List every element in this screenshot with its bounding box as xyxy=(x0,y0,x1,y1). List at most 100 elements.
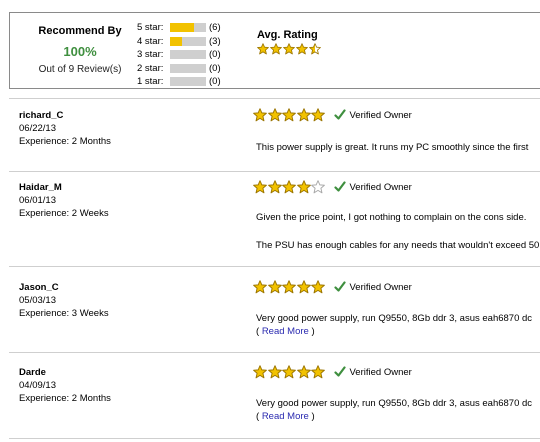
star-icon xyxy=(282,108,296,122)
distribution-bar xyxy=(170,50,206,60)
review-stars xyxy=(253,108,326,122)
star-icon xyxy=(267,180,282,194)
check-icon xyxy=(333,366,346,377)
check-icon xyxy=(333,109,346,120)
recommend-block: Recommend By 100% Out of 9 Review(s) xyxy=(10,25,150,75)
distribution-label: 4 star: xyxy=(137,35,164,47)
distribution-bar xyxy=(170,36,206,46)
reviewer-name[interactable]: Haidar_M xyxy=(19,181,109,194)
review-author: richard_C 06/22/13 Experience: 2 Months xyxy=(19,109,111,148)
check-icon xyxy=(333,281,346,292)
distribution-row[interactable]: 4 star: (3) xyxy=(137,35,221,49)
reviewer-experience: Experience: 3 Weeks xyxy=(19,308,109,319)
review-stars xyxy=(253,180,326,194)
star-icon xyxy=(311,280,325,294)
review-item: Jason_C 05/03/13 Experience: 3 Weeks Ver… xyxy=(9,280,540,352)
distribution-bar xyxy=(170,77,206,87)
recommend-subtitle: Out of 9 Review(s) xyxy=(38,64,122,75)
average-rating-stars xyxy=(257,43,322,55)
star-icon xyxy=(282,280,296,294)
distribution-label: 5 star: xyxy=(137,22,164,34)
distribution-row[interactable]: 3 star: (0) xyxy=(137,48,221,62)
review-rating: Verified Owner xyxy=(253,280,412,294)
star-icon xyxy=(311,108,325,122)
star-icon xyxy=(296,180,311,194)
reviewer-experience: Experience: 2 Months xyxy=(19,136,111,147)
review-date: 04/09/13 xyxy=(19,380,56,391)
star-icon xyxy=(296,280,311,294)
distribution-count: (3) xyxy=(209,35,221,47)
star-icon xyxy=(296,43,308,55)
read-more: ( Read More ) xyxy=(256,326,315,337)
star-icon xyxy=(253,108,267,122)
reviewer-name[interactable]: richard_C xyxy=(19,109,111,122)
star-icon xyxy=(257,43,269,55)
star-icon xyxy=(296,108,311,122)
distribution-bar-fill xyxy=(170,23,194,33)
distribution-count: (6) xyxy=(209,22,221,34)
distribution-count: (0) xyxy=(209,62,221,74)
review-date: 06/01/13 xyxy=(19,195,56,206)
read-more-link[interactable]: Read More xyxy=(262,411,309,422)
review-text-line: Very good power supply, run Q9550, 8Gb d… xyxy=(256,313,533,324)
divider xyxy=(9,438,540,439)
distribution-row[interactable]: 1 star: (0) xyxy=(137,75,221,89)
star-icon xyxy=(253,365,267,379)
star-icon xyxy=(253,180,267,194)
distribution-row[interactable]: 5 star: (6) xyxy=(137,21,221,35)
review-rating: Verified Owner xyxy=(253,180,412,194)
verified-label: Verified Owner xyxy=(349,181,412,193)
average-rating-title: Avg. Rating xyxy=(257,29,318,41)
check-icon xyxy=(333,181,346,192)
distribution-count: (0) xyxy=(209,76,221,88)
divider xyxy=(9,171,540,172)
review-stars xyxy=(253,365,326,379)
star-icon xyxy=(267,365,282,379)
divider xyxy=(9,266,540,267)
star-icon xyxy=(296,365,311,379)
review-text-line: The PSU has enough cables for any needs … xyxy=(256,240,540,251)
distribution-bar xyxy=(170,63,206,73)
read-more: ( Read More ) xyxy=(256,411,315,422)
review-date: 06/22/13 xyxy=(19,123,56,134)
review-rating: Verified Owner xyxy=(253,365,412,379)
star-icon xyxy=(267,280,282,294)
reviewer-experience: Experience: 2 Months xyxy=(19,393,111,404)
distribution-count: (0) xyxy=(209,49,221,61)
star-icon xyxy=(309,43,321,55)
distribution-bar-fill xyxy=(170,36,182,46)
review-author: Haidar_M 06/01/13 Experience: 2 Weeks xyxy=(19,181,109,220)
rating-summary: Recommend By 100% Out of 9 Review(s) 5 s… xyxy=(9,12,540,89)
star-icon xyxy=(282,180,296,194)
verified-label: Verified Owner xyxy=(349,109,412,121)
reviewer-experience: Experience: 2 Weeks xyxy=(19,208,109,219)
star-icon xyxy=(270,43,282,55)
review-stars xyxy=(253,280,326,294)
star-icon xyxy=(311,365,325,379)
recommend-title: Recommend By xyxy=(38,25,122,37)
review-date: 05/03/13 xyxy=(19,295,56,306)
verified-badge: Verified Owner xyxy=(333,109,412,121)
reviewer-name[interactable]: Darde xyxy=(19,366,111,379)
review-text-line: Very good power supply, run Q9550, 8Gb d… xyxy=(256,398,533,409)
review-author: Darde 04/09/13 Experience: 2 Months xyxy=(19,366,111,405)
review-text-line: This power supply is great. It runs my P… xyxy=(256,142,529,153)
star-icon xyxy=(253,280,267,294)
review-item: Haidar_M 06/01/13 Experience: 2 Weeks Ve… xyxy=(9,180,540,266)
distribution-label: 3 star: xyxy=(137,49,164,61)
star-icon xyxy=(311,180,325,194)
review-item: Darde 04/09/13 Experience: 2 Months Veri… xyxy=(9,365,540,436)
read-more-link[interactable]: Read More xyxy=(262,326,309,337)
verified-label: Verified Owner xyxy=(349,366,412,378)
verified-badge: Verified Owner xyxy=(333,281,412,293)
divider xyxy=(9,352,540,353)
distribution-row[interactable]: 2 star: (0) xyxy=(137,62,221,76)
distribution-label: 1 star: xyxy=(137,76,164,88)
distribution-bar xyxy=(170,23,206,33)
star-icon xyxy=(267,108,282,122)
recommend-percent: 100% xyxy=(63,44,97,59)
review-rating: Verified Owner xyxy=(253,108,412,122)
distribution-label: 2 star: xyxy=(137,62,164,74)
reviewer-name[interactable]: Jason_C xyxy=(19,281,109,294)
verified-label: Verified Owner xyxy=(349,281,412,293)
